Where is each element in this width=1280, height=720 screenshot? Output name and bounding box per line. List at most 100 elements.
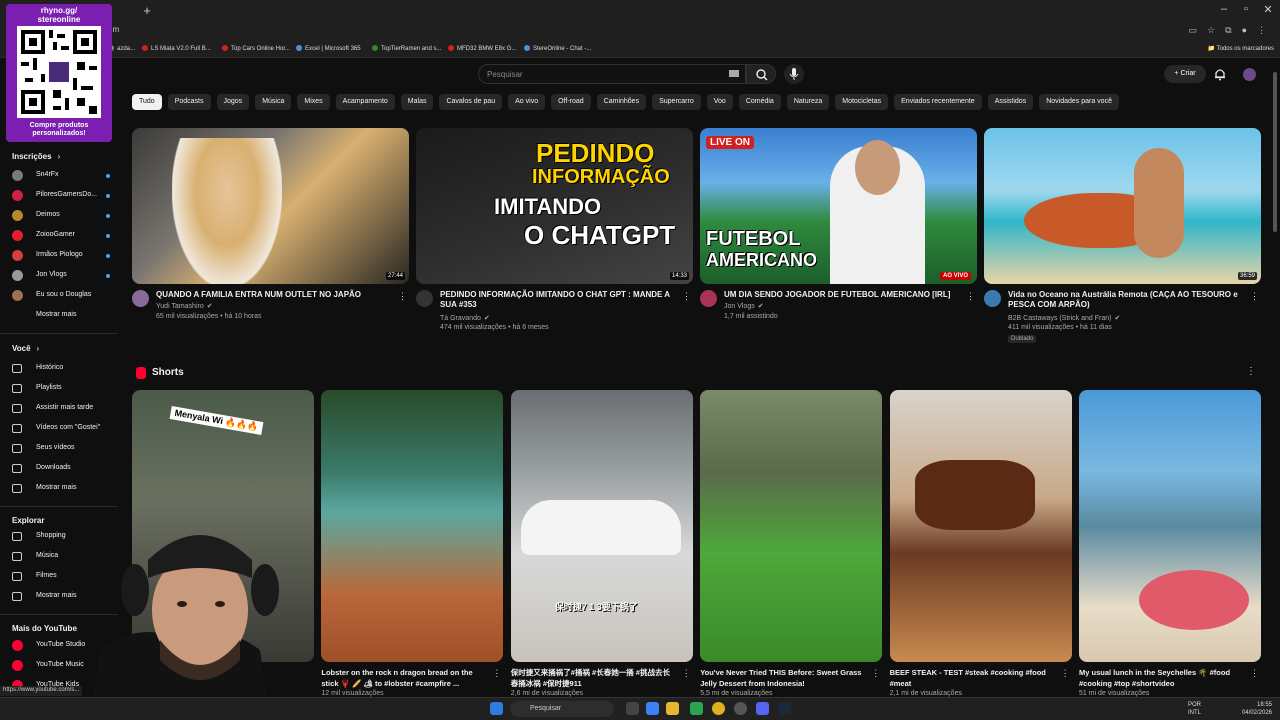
filter-chip[interactable]: Supercarro bbox=[652, 94, 701, 110]
more-options-icon[interactable]: ⋮ bbox=[1250, 668, 1259, 679]
bookmark-item[interactable]: Top Cars Online Hor... bbox=[222, 45, 290, 52]
show-more-subs[interactable]: Mostrar mais bbox=[12, 309, 112, 323]
video-title[interactable]: QUANDO A FAMILIA ENTRA NUM OUTLET NO JAP… bbox=[156, 290, 396, 300]
channel-name[interactable]: Jon Vlogs ✔ bbox=[724, 302, 764, 310]
channel-avatar[interactable] bbox=[984, 290, 1001, 307]
subscription-item[interactable]: Eu sou o Douglas bbox=[12, 289, 112, 303]
more-options-icon[interactable]: ⋮ bbox=[1250, 291, 1259, 302]
bookmark-item[interactable]: azda... bbox=[108, 45, 135, 52]
channel-avatar[interactable] bbox=[416, 290, 433, 307]
page-scrollbar[interactable] bbox=[1273, 62, 1277, 692]
video-title[interactable]: Vida no Oceano na Austrália Remota (CAÇA… bbox=[1008, 290, 1248, 310]
video-thumbnail[interactable]: 27:44 bbox=[132, 128, 409, 284]
short-title[interactable]: Lobster on the rock n dragon bread on th… bbox=[321, 667, 486, 689]
short-thumbnail[interactable] bbox=[889, 390, 1072, 662]
voice-search-button[interactable] bbox=[784, 64, 804, 84]
filter-chip[interactable]: Jogos bbox=[216, 94, 250, 110]
you-item[interactable]: Downloads bbox=[12, 462, 112, 476]
menu-icon[interactable]: ⋮ bbox=[1257, 25, 1266, 36]
video-title[interactable]: PEDINDO INFORMAÇÃO IMITANDO O CHAT GPT :… bbox=[440, 290, 680, 310]
filter-chip[interactable]: Malas bbox=[400, 94, 434, 110]
bookmark-item[interactable]: LS Miata V2.0 Full B... bbox=[142, 45, 211, 52]
you-item[interactable]: Vídeos com "Gostei" bbox=[12, 422, 112, 436]
create-button[interactable]: + Criar bbox=[1164, 65, 1206, 83]
short-title[interactable]: You've Never Tried THIS Before: Sweet Gr… bbox=[700, 667, 865, 689]
file-explorer-icon[interactable] bbox=[666, 702, 679, 715]
chrome-icon[interactable] bbox=[712, 702, 725, 715]
short-thumbnail[interactable]: 保时捷7 1 3要下锅了 bbox=[510, 390, 693, 662]
video-title[interactable]: UM DIA SENDO JOGADOR DE FUTEBOL AMERICAN… bbox=[724, 290, 964, 300]
windows-start-icon[interactable] bbox=[490, 702, 503, 715]
more-options-icon[interactable]: ⋮ bbox=[398, 291, 407, 302]
subscription-item[interactable]: Jon Vlogs bbox=[12, 269, 112, 283]
short-title[interactable]: 保时捷又来捅祸了#捅祸 #长春她一捅 #挑战去长春捅冰祸 #保时捷911 bbox=[511, 667, 676, 689]
more-options-icon[interactable]: ⋮ bbox=[682, 668, 691, 679]
cast-icon[interactable]: ▭ bbox=[1189, 25, 1198, 36]
filter-chip[interactable]: Acampamento bbox=[335, 94, 395, 110]
filter-chip[interactable]: Novidades para você bbox=[1039, 94, 1119, 110]
filter-chip[interactable]: Motocicletas bbox=[835, 94, 889, 110]
filter-chip[interactable]: Enviados recentemente bbox=[894, 94, 982, 110]
shorts-more-icon[interactable]: ⋮ bbox=[1246, 366, 1256, 377]
new-tab-button[interactable]: + bbox=[140, 4, 154, 18]
more-options-icon[interactable]: ⋮ bbox=[492, 668, 501, 679]
filter-chip[interactable]: Ao vivo bbox=[508, 94, 546, 110]
discord-icon[interactable] bbox=[756, 702, 769, 715]
channel-avatar[interactable] bbox=[132, 290, 149, 307]
all-bookmarks[interactable]: 📁 Todos os marcadores bbox=[1208, 45, 1274, 52]
filter-chip[interactable]: Tudo bbox=[132, 94, 162, 110]
channel-avatar[interactable] bbox=[700, 290, 717, 307]
steam-icon[interactable] bbox=[778, 702, 791, 715]
short-thumbnail[interactable] bbox=[321, 390, 504, 662]
subscriptions-header[interactable]: Inscrições › bbox=[12, 152, 60, 161]
more-options-icon[interactable]: ⋮ bbox=[871, 668, 880, 679]
star-icon[interactable]: ☆ bbox=[1207, 25, 1215, 36]
filter-chip[interactable]: Assistidos bbox=[987, 94, 1034, 110]
subscription-item[interactable]: Sn4rFx bbox=[12, 169, 112, 183]
you-item[interactable]: Mostrar mais bbox=[12, 482, 112, 496]
task-view-icon[interactable] bbox=[626, 702, 639, 715]
video-thumbnail[interactable]: LIVE ON FUTEBOL AMERICANO AO VIVO bbox=[700, 128, 977, 284]
bookmark-item[interactable]: TopTierRamen and s... bbox=[372, 45, 441, 52]
notifications-button[interactable] bbox=[1213, 67, 1227, 86]
filter-chip[interactable]: Voo bbox=[706, 94, 733, 110]
filter-chip[interactable]: Cavalos de pau bbox=[439, 94, 503, 110]
more-options-icon[interactable]: ⋮ bbox=[1061, 668, 1070, 679]
filter-chip[interactable]: Comédia bbox=[738, 94, 781, 110]
filter-chip[interactable]: Mixes bbox=[297, 94, 330, 110]
extensions-icon[interactable]: ⧉ bbox=[1225, 25, 1231, 36]
clock[interactable]: 18:55 04/02/2026 bbox=[1242, 701, 1272, 717]
more-options-icon[interactable]: ⋮ bbox=[682, 291, 691, 302]
profile-icon[interactable]: ● bbox=[1242, 25, 1247, 36]
store-icon[interactable] bbox=[690, 702, 703, 715]
filter-chip[interactable]: Música bbox=[255, 94, 292, 110]
channel-name[interactable]: B2B Castaways (Strick and Fran) ✔ bbox=[1008, 314, 1120, 322]
bookmark-item[interactable]: StereOnline - Chat -... bbox=[524, 45, 591, 52]
filter-chip[interactable]: Natureza bbox=[786, 94, 830, 110]
subscription-item[interactable]: ZoiooGamer bbox=[12, 229, 112, 243]
bookmark-item[interactable]: Excel | Microsoft 365 bbox=[296, 45, 361, 52]
channel-name[interactable]: Tá Gravando ✔ bbox=[440, 314, 490, 322]
you-item[interactable]: Assistir mais tarde bbox=[12, 402, 112, 416]
short-title[interactable]: My usual lunch in the Seychelles 🌴 #food… bbox=[1079, 667, 1244, 689]
scrollbar-thumb[interactable] bbox=[1273, 72, 1277, 232]
video-thumbnail[interactable]: PEDINDO INFORMAÇÃO IMITANDO O CHATGPT 14:33 bbox=[416, 128, 693, 284]
video-thumbnail[interactable]: 36:59 bbox=[984, 128, 1261, 284]
filter-chip[interactable]: Caminhões bbox=[596, 94, 647, 110]
channel-name[interactable]: Yudi Tamashiro ✔ bbox=[156, 302, 213, 310]
bookmark-item[interactable]: MFD32 BMW E8x G... bbox=[448, 45, 516, 52]
filter-chip[interactable]: Podcasts bbox=[167, 94, 211, 110]
account-avatar[interactable] bbox=[1243, 68, 1256, 81]
short-thumbnail[interactable] bbox=[700, 390, 883, 662]
address-bar[interactable]: om ▭ ☆ ⧉ ● ⋮ bbox=[0, 22, 1280, 42]
minimize-button[interactable]: – bbox=[1214, 3, 1234, 15]
app-icon[interactable] bbox=[734, 702, 747, 715]
short-thumbnail[interactable] bbox=[1079, 390, 1261, 662]
language-indicator[interactable]: POR INTL bbox=[1188, 701, 1201, 717]
search-button[interactable] bbox=[746, 64, 776, 84]
filter-chip[interactable]: Off-road bbox=[551, 94, 591, 110]
more-options-icon[interactable]: ⋮ bbox=[966, 291, 975, 302]
you-item[interactable]: Histórico bbox=[12, 362, 112, 376]
copilot-icon[interactable] bbox=[646, 702, 659, 715]
you-header[interactable]: Você › bbox=[12, 344, 39, 353]
